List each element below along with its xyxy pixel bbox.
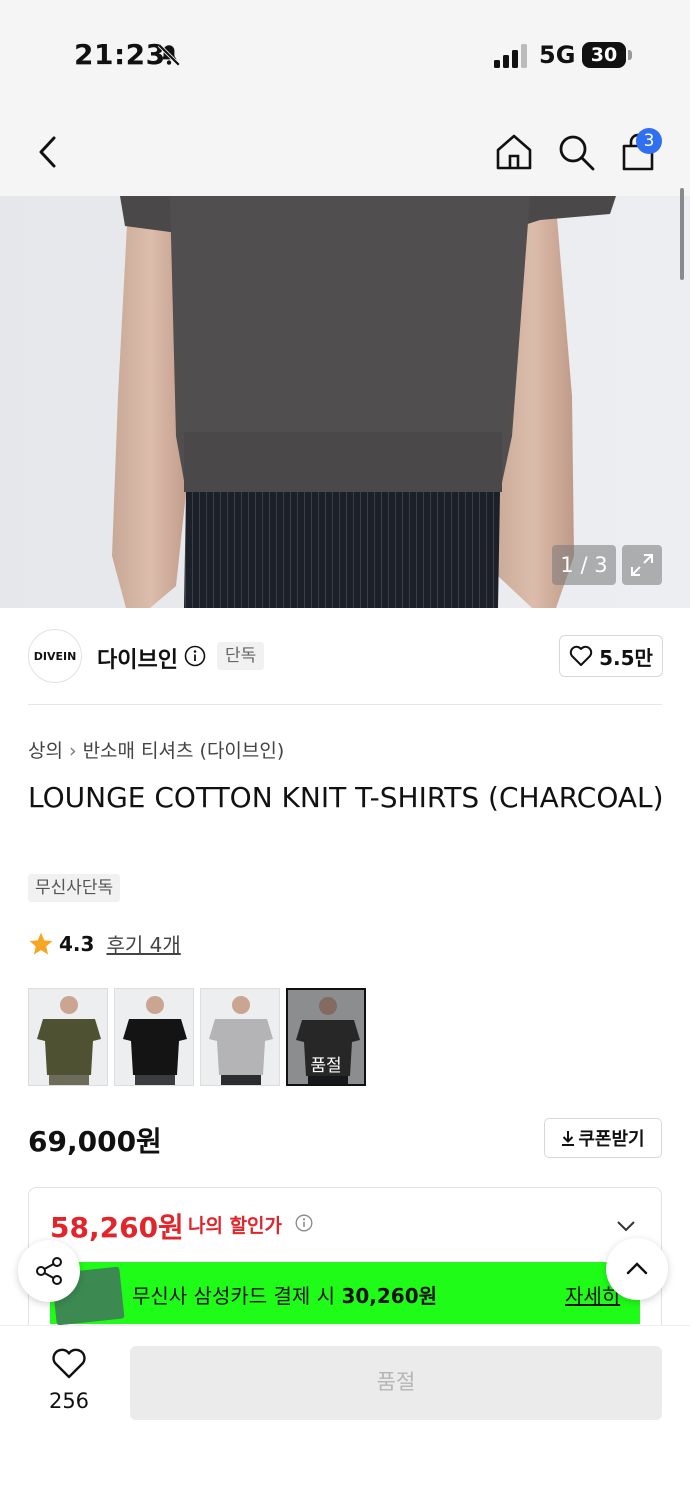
- card-promo-prefix: 무신사 삼성카드 결제 시: [132, 1284, 342, 1308]
- scroll-top-button[interactable]: [606, 1238, 668, 1300]
- color-swatch-black[interactable]: [114, 988, 194, 1086]
- breadcrumb-category[interactable]: 상의: [28, 740, 63, 762]
- wishlist-button[interactable]: [36, 1348, 102, 1384]
- info-icon[interactable]: [295, 1214, 313, 1232]
- battery-icon: 30: [582, 42, 626, 68]
- review-link[interactable]: 후기 4개: [106, 929, 180, 958]
- swatch-image: [29, 989, 107, 1085]
- share-icon: [36, 1257, 62, 1285]
- chevron-down-icon[interactable]: [614, 1214, 638, 1238]
- cart-count-badge: 3: [636, 128, 662, 154]
- brand-like-button[interactable]: 5.5만: [559, 635, 663, 677]
- expand-icon: [631, 554, 653, 576]
- search-icon: [559, 135, 595, 171]
- expand-image-button[interactable]: [622, 545, 662, 585]
- heart-icon: [52, 1348, 86, 1379]
- discount-price: 58,260원: [50, 1211, 184, 1244]
- status-time: 21:23: [74, 38, 166, 71]
- wishlist-count: 256: [48, 1389, 90, 1413]
- color-swatch-olive[interactable]: [28, 988, 108, 1086]
- chevron-right-icon: ›: [68, 740, 77, 762]
- signal-icon: [494, 44, 527, 68]
- image-counter: 1 / 3: [552, 545, 616, 585]
- chevron-left-icon: [39, 136, 56, 168]
- status-bar: 21:23 5G 30: [0, 0, 690, 110]
- chevron-up-icon: [626, 1262, 648, 1275]
- bell-muted-icon: [157, 43, 181, 67]
- exclusive-brand-tag: 단독: [217, 642, 265, 670]
- battery-tip: [628, 50, 632, 60]
- home-icon: [496, 134, 532, 170]
- coupon-label: 쿠폰받기: [578, 1129, 645, 1150]
- info-icon[interactable]: [184, 645, 206, 667]
- color-swatch-gray[interactable]: [200, 988, 280, 1086]
- brand-name[interactable]: 다이브인: [97, 642, 178, 674]
- breadcrumb-subcategory[interactable]: 반소매 티셔츠 (다이브인): [83, 740, 285, 762]
- network-label: 5G: [539, 41, 576, 69]
- top-nav: [0, 110, 690, 196]
- home-button[interactable]: [490, 128, 538, 176]
- divider: [28, 704, 662, 705]
- original-price: 69,000원: [28, 1125, 162, 1158]
- sold-out-label: 품절: [310, 1056, 342, 1076]
- back-button[interactable]: [24, 128, 72, 176]
- star-icon: [29, 932, 53, 955]
- download-icon: [562, 1131, 575, 1146]
- swatch-image: [115, 989, 193, 1085]
- search-button[interactable]: [552, 128, 600, 176]
- musinsa-exclusive-badge: 무신사단독: [28, 874, 121, 902]
- heart-icon: [569, 645, 593, 666]
- share-button[interactable]: [18, 1240, 80, 1302]
- color-swatch-charcoal[interactable]: 품절: [286, 988, 366, 1086]
- card-promo-amount: 30,260원: [341, 1284, 438, 1308]
- breadcrumb: 상의 › 반소매 티셔츠 (다이브인): [28, 736, 284, 763]
- scroll-indicator: [680, 188, 684, 280]
- brand-logo[interactable]: DIVEIN: [28, 629, 82, 683]
- coupon-button[interactable]: 쿠폰받기: [544, 1118, 662, 1158]
- rating-row: 4.3 후기 4개: [28, 929, 181, 958]
- sold-out-button[interactable]: 품절: [130, 1346, 662, 1420]
- card-promo-text: 무신사 삼성카드 결제 시 30,260원: [132, 1280, 437, 1309]
- swatch-image: [201, 989, 279, 1085]
- product-title: LOUNGE COTTON KNIT T-SHIRTS (CHARCOAL): [28, 781, 664, 814]
- brand-like-count: 5.5만: [599, 645, 653, 670]
- discount-label: 나의 할인가: [188, 1215, 283, 1237]
- rating-score: 4.3: [59, 931, 95, 956]
